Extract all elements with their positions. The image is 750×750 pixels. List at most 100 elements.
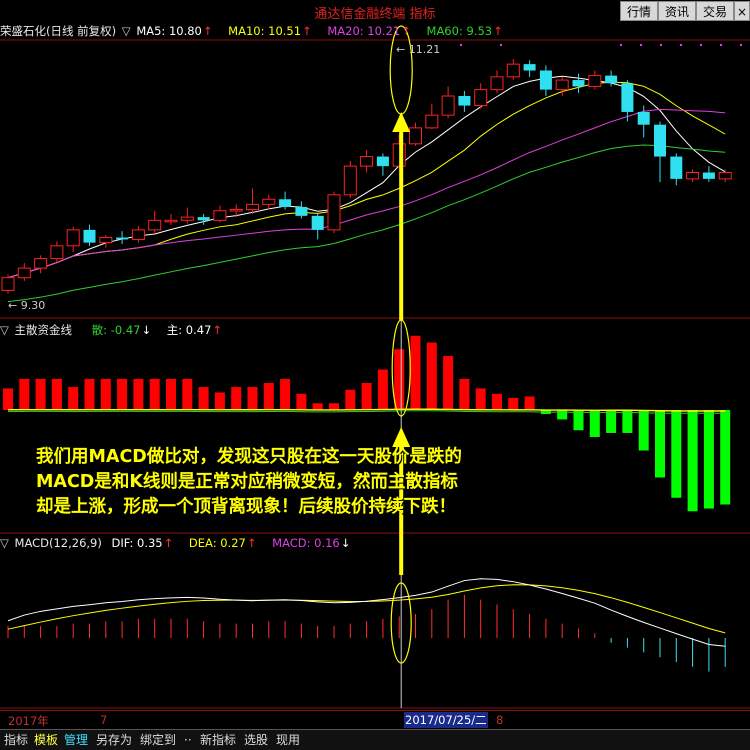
fund-bar [19,378,30,410]
candle-body [490,76,504,91]
candle-body [50,245,64,260]
candle-body [572,80,585,87]
indicator-value: MA10: 10.51 [228,24,302,38]
candle-body [99,237,113,244]
fund-bar [214,392,225,410]
arrow-down-icon: ↓ [340,536,351,550]
fund-bar [345,389,356,410]
fund-indicator-name[interactable]: 主散资金线 [15,323,73,337]
dropdown-triangle-icon[interactable]: ▽ [0,536,9,550]
indicator-value: DIF: 0.35 [111,536,163,550]
chart-canvas[interactable] [0,0,750,750]
candle-body [360,156,374,167]
candle-body [654,124,666,157]
tab-in-use[interactable]: 现用 [274,732,302,749]
fund-bar [426,342,437,410]
candle-body [164,219,178,223]
candle-body [295,206,308,216]
fund-bar [149,378,160,410]
fund-bar [231,387,242,410]
arrow-up-icon: ↑ [302,24,312,38]
fund-bar [687,410,698,512]
marker-dot [640,44,642,46]
indicator-value: 主: 0.47 [166,323,212,337]
fund-bar [51,378,62,410]
price-panel-header: 荣盛石化(日线 前复权) ▽ MA5: 10.80↑ MA10: 10.51↑ … [0,23,521,39]
dropdown-triangle-icon[interactable]: ▽ [0,323,9,337]
candle-body [718,172,732,180]
candle-body [425,114,439,129]
ma10-line [7,81,726,279]
candle-body [229,208,243,212]
candle-body [474,89,488,107]
fund-bar [329,403,339,410]
arrow-up-icon: ↑ [163,536,174,550]
candle-body [621,83,634,112]
arrow-up-icon: ↑ [246,536,257,550]
fund-bar [508,397,519,410]
tab-new-indicator[interactable]: 新指标 [198,732,238,749]
fund-bar [133,378,144,410]
fund-bar [703,410,714,509]
arrow-up-icon: ↑ [401,24,411,38]
marker-dot [700,44,702,46]
tab-save-as[interactable]: 另存为 [94,732,134,749]
stock-name[interactable]: 荣盛石化(日线 前复权) [0,24,116,38]
candle-body [702,172,715,179]
candle-body [1,277,15,291]
fund-bar [459,378,470,410]
marker-dot [720,44,722,46]
marker-dot [660,44,662,46]
candle-body [458,96,471,106]
candle-body [637,111,650,125]
candle-body [197,217,210,221]
fund-bar [589,410,600,437]
candle-body [180,216,194,221]
tab-more[interactable]: ·· [182,732,194,749]
fund-bar [622,410,633,433]
indicator-value: 散: -0.47 [91,323,141,337]
fund-bar [166,378,176,410]
fund-bar [312,403,323,410]
fund-bar [296,393,307,410]
macd-indicator-name[interactable]: MACD(12,26,9) [15,536,102,550]
fund-bar [573,410,584,431]
tab-bind-to[interactable]: 绑定到 [138,732,178,749]
fund-bar [100,378,111,410]
fund-bar [606,410,617,433]
candle-body [605,75,618,84]
highlight-ellipse [389,25,413,115]
tab-template[interactable]: 模板 [32,732,60,749]
tdx-terminal-window: 通达信金融终端 指标 行情 资讯 交易 × 荣盛石化(日线 前复权) ▽ MA5… [0,0,750,750]
candle-body [279,199,292,207]
low-price-label: ← 9.30 [8,299,46,312]
macd-panel-header: ▽ MACD(12,26,9) DIF: 0.35↑ DEA: 0.27↑ MA… [0,535,368,551]
candle-body [262,198,276,205]
candle-body [83,229,96,243]
indicator-value: MA60: 9.53 [426,24,493,38]
candle-body [131,229,145,240]
fund-bar [247,387,258,410]
timeline-month-7: 7 [100,713,108,727]
candle-body [343,165,357,196]
indicator-value: DEA: 0.27 [188,536,246,550]
dropdown-triangle-icon[interactable]: ▽ [122,24,131,38]
indicator-value: MA5: 10.80 [136,24,202,38]
tab-manage[interactable]: 管理 [62,732,90,749]
indicator-value: MA20: 10.21 [327,24,401,38]
candle-body [506,63,520,78]
fund-bar [263,383,274,410]
fund-panel-header: ▽ 主散资金线 散: -0.47↓ 主: 0.47↑ [0,322,240,338]
candle-body [588,75,602,87]
tab-stock-pick[interactable]: 选股 [242,732,270,749]
tab-indicator[interactable]: 指标 [2,732,30,749]
timeline-axis: 2017年 7 2017/07/25/二 8 [0,710,750,728]
annotation-text: 我们用MACD做比对，发现这只股在这一天股价是跌的 MACD是和K线则是正常对应… [36,445,606,520]
fund-bar [638,410,649,451]
fund-main-line [7,408,726,412]
indicator-value: MACD: 0.16 [272,536,340,550]
marker-dot [680,44,682,46]
candle-body [686,172,700,180]
marker-dot [620,44,622,46]
fund-bar [720,410,731,505]
